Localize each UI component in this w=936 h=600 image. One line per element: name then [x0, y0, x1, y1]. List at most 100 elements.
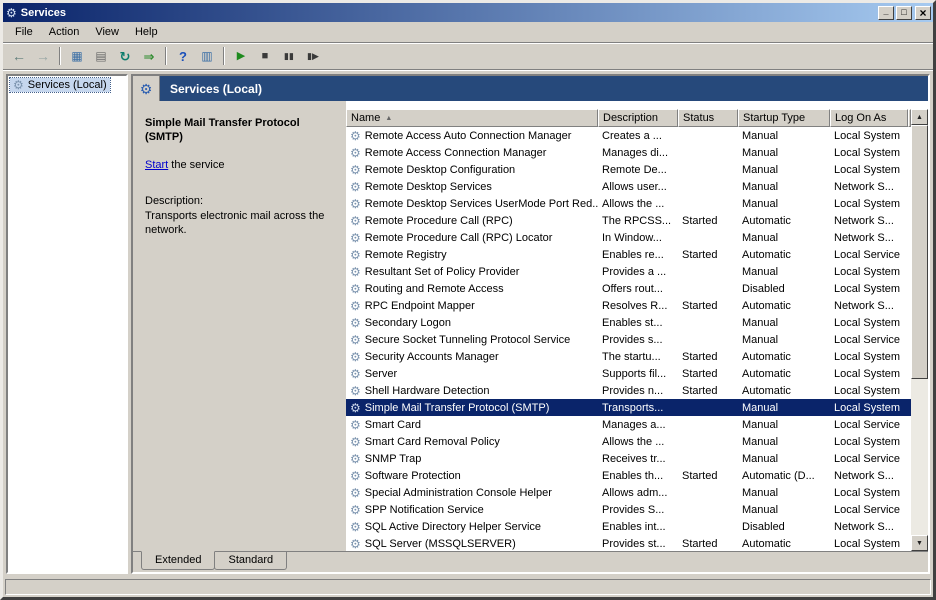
vertical-scrollbar[interactable]: ▲ ▼ [911, 109, 928, 551]
close-button[interactable]: × [915, 6, 931, 20]
service-gear-icon: ⚙ [350, 283, 361, 295]
table-row[interactable]: ⚙Smart CardManages a...ManualLocal Servi… [346, 416, 911, 433]
tree-item-services-local[interactable]: ⚙ Services (Local) [10, 78, 110, 92]
table-row[interactable]: ⚙Remote Desktop ConfigurationRemote De..… [346, 161, 911, 178]
status-cell: Started [678, 538, 738, 550]
service-table-body: ⚙Remote Access Auto Connection ManagerCr… [346, 127, 911, 551]
scroll-up-button[interactable]: ▲ [911, 109, 928, 125]
titlebar[interactable]: ⚙ Services _ □ × [3, 3, 933, 22]
table-row[interactable]: ⚙Simple Mail Transfer Protocol (SMTP)Tra… [346, 399, 911, 416]
info-pane: Simple Mail Transfer Protocol (SMTP) Sta… [133, 101, 346, 551]
toolbar-separator [223, 47, 225, 65]
logon-as-cell: Local System [830, 538, 908, 550]
minimize-button[interactable]: _ [878, 6, 894, 20]
tab-standard[interactable]: Standard [214, 552, 287, 570]
logon-as-cell: Local Service [830, 453, 908, 465]
startup-type-cell: Manual [738, 232, 830, 244]
description-cell: Offers rout... [598, 283, 678, 295]
table-row[interactable]: ⚙Remote Desktop ServicesAllows user...Ma… [346, 178, 911, 195]
startup-type-cell: Automatic [738, 300, 830, 312]
logon-as-cell: Local System [830, 402, 908, 414]
table-row[interactable]: ⚙Smart Card Removal PolicyAllows the ...… [346, 433, 911, 450]
logon-as-cell: Network S... [830, 181, 908, 193]
show-console-tree-icon: ▦ [71, 50, 82, 62]
table-row[interactable]: ⚙Security Accounts ManagerThe startu...S… [346, 348, 911, 365]
startup-type-cell: Manual [738, 317, 830, 329]
service-name-cell: ⚙Server [346, 368, 598, 380]
service-name-cell: ⚙SQL Active Directory Helper Service [346, 521, 598, 533]
table-row[interactable]: ⚙Remote Procedure Call (RPC)The RPCSS...… [346, 212, 911, 229]
column-header-log-on-as[interactable]: Log On As [830, 109, 908, 127]
service-gear-icon: ⚙ [350, 470, 361, 482]
help-icon: ? [179, 50, 187, 63]
table-row[interactable]: ⚙Shell Hardware DetectionProvides n...St… [346, 382, 911, 399]
refresh-button[interactable]: ↻ [113, 45, 137, 67]
logon-as-cell: Local System [830, 198, 908, 210]
description-cell: Allows the ... [598, 198, 678, 210]
column-header-status[interactable]: Status [678, 109, 738, 127]
scroll-down-button[interactable]: ▼ [911, 535, 928, 551]
table-row[interactable]: ⚙SNMP TrapReceives tr...ManualLocal Serv… [346, 450, 911, 467]
table-row[interactable]: ⚙SPP Notification ServiceProvides S...Ma… [346, 501, 911, 518]
table-row[interactable]: ⚙Secondary LogonEnables st...ManualLocal… [346, 314, 911, 331]
stop-service-button[interactable]: ■ [253, 45, 277, 67]
export-list-button[interactable]: ⇒ [137, 45, 161, 67]
scrollbar-thumb[interactable] [911, 125, 928, 379]
table-row[interactable]: ⚙Remote Procedure Call (RPC) LocatorIn W… [346, 229, 911, 246]
service-name-label: Routing and Remote Access [365, 283, 504, 295]
table-row[interactable]: ⚙Resultant Set of Policy ProviderProvide… [346, 263, 911, 280]
table-row[interactable]: ⚙Remote Desktop Services UserMode Port R… [346, 195, 911, 212]
logon-as-cell: Network S... [830, 521, 908, 533]
pause-service-button[interactable]: ▮▮ [277, 45, 301, 67]
start-service-link[interactable]: Start [145, 159, 168, 171]
startup-type-cell: Manual [738, 147, 830, 159]
properties-button[interactable]: ▤ [89, 45, 113, 67]
menu-view[interactable]: View [87, 23, 127, 41]
service-name-label: Remote Procedure Call (RPC) [365, 215, 513, 227]
logon-as-cell: Local Service [830, 419, 908, 431]
table-row[interactable]: ⚙RPC Endpoint MapperResolves R...Started… [346, 297, 911, 314]
table-row[interactable]: ⚙Special Administration Console HelperAl… [346, 484, 911, 501]
menu-file[interactable]: File [7, 23, 41, 41]
tab-extended[interactable]: Extended [141, 551, 215, 570]
menu-help[interactable]: Help [127, 23, 166, 41]
service-name-cell: ⚙Remote Access Auto Connection Manager [346, 130, 598, 142]
pause-service-icon: ▮▮ [284, 52, 294, 61]
forward-button[interactable]: → [31, 45, 55, 67]
table-row[interactable]: ⚙Secure Socket Tunneling Protocol Servic… [346, 331, 911, 348]
table-row[interactable]: ⚙Remote Access Connection ManagerManages… [346, 144, 911, 161]
table-row[interactable]: ⚙Remote RegistryEnables re...StartedAuto… [346, 246, 911, 263]
table-row[interactable]: ⚙Software ProtectionEnables th...Started… [346, 467, 911, 484]
table-row[interactable]: ⚙ServerSupports fil...StartedAutomaticLo… [346, 365, 911, 382]
table-row[interactable]: ⚙ Routing and Remote Access Offers rout...… [346, 280, 911, 297]
logon-as-cell: Network S... [830, 300, 908, 312]
service-name-label: Remote Access Auto Connection Manager [365, 130, 572, 142]
back-button[interactable]: ← [7, 45, 31, 67]
service-gear-icon: ⚙ [350, 385, 361, 397]
table-row[interactable]: ⚙Remote Access Auto Connection ManagerCr… [346, 127, 911, 144]
table-row[interactable]: ⚙SQL Active Directory Helper ServiceEnab… [346, 518, 911, 535]
column-header-startup-type[interactable]: Startup Type [738, 109, 830, 127]
column-header-label: Startup Type [743, 112, 805, 124]
help-button[interactable]: ? [171, 45, 195, 67]
toolbar-separator [165, 47, 167, 65]
description-cell: The startu... [598, 351, 678, 363]
scrollbar-track[interactable] [911, 125, 928, 535]
service-name-cell: ⚙Special Administration Console Helper [346, 487, 598, 499]
show-console-tree-button[interactable]: ▦ [65, 45, 89, 67]
start-service-button[interactable]: ▶ [229, 45, 253, 67]
menu-action[interactable]: Action [41, 23, 88, 41]
maximize-button[interactable]: □ [896, 6, 912, 20]
logon-as-cell: Local System [830, 283, 908, 295]
status-cell: Started [678, 300, 738, 312]
startup-type-cell: Automatic [738, 385, 830, 397]
show-action-pane-button[interactable]: ▥ [195, 45, 219, 67]
logon-as-cell: Local System [830, 130, 908, 142]
restart-service-button[interactable]: ▮▶ [301, 45, 325, 67]
column-header-description[interactable]: Description [598, 109, 678, 127]
column-header-name[interactable]: Name▲ [346, 109, 598, 127]
services-gear-icon: ⚙ [13, 79, 24, 91]
service-gear-icon: ⚙ [350, 487, 361, 499]
stop-service-icon: ■ [262, 51, 269, 62]
table-row[interactable]: ⚙SQL Server (MSSQLSERVER)Provides st...S… [346, 535, 911, 551]
